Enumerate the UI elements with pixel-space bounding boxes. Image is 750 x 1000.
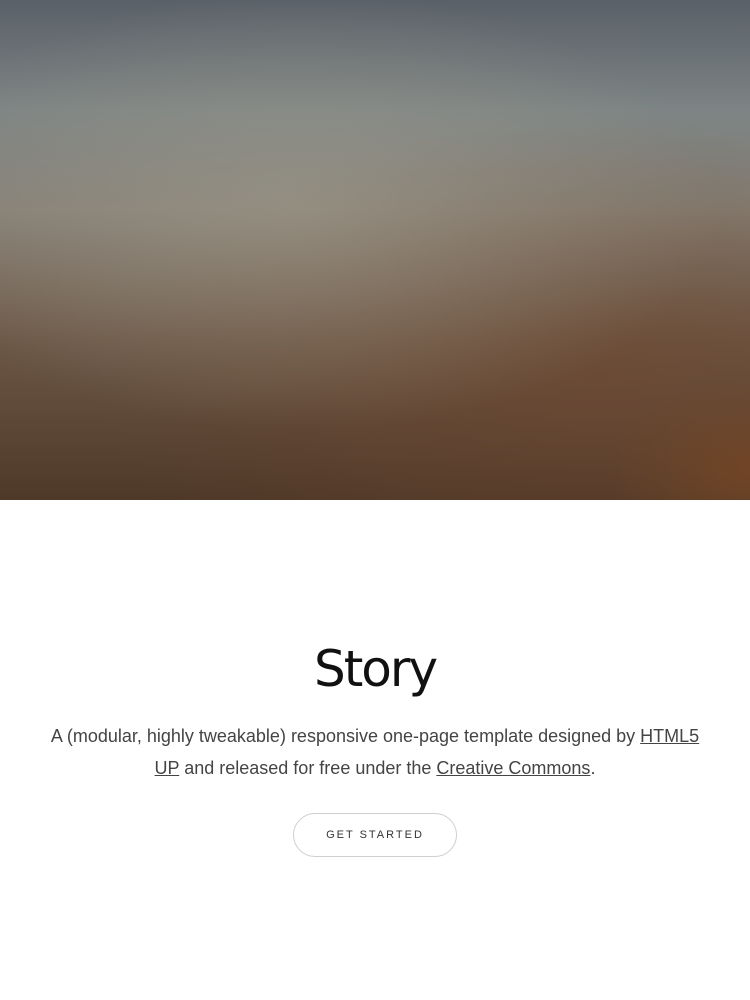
description-prefix: A (modular, highly tweakable) responsive… — [50, 726, 641, 746]
hero-image — [0, 0, 750, 500]
banner-content: Story A (modular, highly tweakable) resp… — [0, 500, 750, 1000]
description-suffix: . — [590, 758, 596, 778]
description-middle: and released for free under the — [179, 758, 437, 778]
get-started-button[interactable]: GET STARTED — [293, 813, 457, 857]
banner-description: A (modular, highly tweakable) responsive… — [40, 720, 710, 784]
creative-commons-link[interactable]: Creative Commons — [436, 758, 590, 778]
page-title: Story — [313, 640, 438, 698]
